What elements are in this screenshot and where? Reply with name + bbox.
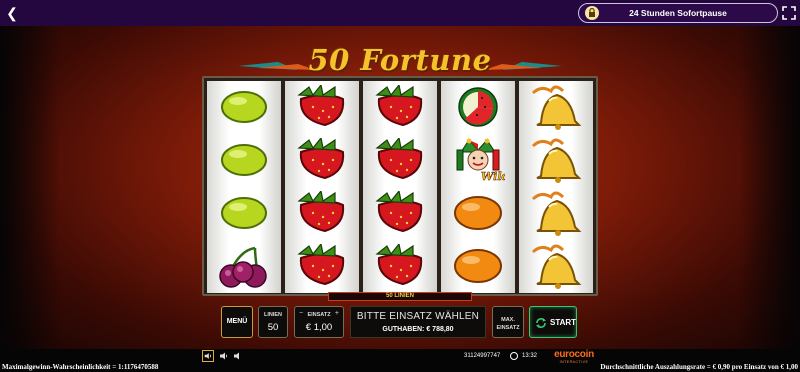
max-bet-label: MAX. EINSATZ bbox=[493, 316, 523, 332]
lines-indicator-label: 50 LINIEN bbox=[385, 293, 414, 299]
clock-time: 13:32 bbox=[522, 353, 538, 359]
instant-pause-label: 24 Stunden Sofortpause bbox=[629, 8, 727, 18]
instant-pause-button[interactable]: 24 Stunden Sofortpause bbox=[578, 3, 778, 23]
lines-indicator: 50 LINIEN bbox=[328, 292, 472, 301]
max-bet-label-line-2: EINSATZ bbox=[496, 325, 520, 331]
lines-label: LINIEN bbox=[263, 312, 283, 318]
bell-symbol bbox=[519, 81, 593, 134]
start-button-label: START bbox=[550, 318, 577, 327]
wild-jester-symbol: Wild bbox=[441, 134, 515, 187]
strawberry-symbol bbox=[363, 240, 437, 293]
reel-1 bbox=[207, 81, 281, 293]
bet-control: − EINSATZ + € 1,00 bbox=[294, 306, 344, 338]
lines-value: 50 bbox=[267, 322, 279, 333]
spin-icon bbox=[536, 318, 546, 328]
reel-5 bbox=[519, 81, 593, 293]
watermelon-symbol bbox=[441, 81, 515, 134]
lemon-symbol bbox=[207, 187, 281, 240]
lemon-symbol bbox=[207, 134, 281, 187]
orange-symbol bbox=[441, 240, 515, 293]
provider-name: eurocoin bbox=[554, 349, 594, 360]
strawberry-symbol bbox=[363, 81, 437, 134]
lemon-symbol bbox=[207, 81, 281, 134]
max-bet-label-line-1: MAX. bbox=[501, 317, 515, 323]
svg-text:Wild: Wild bbox=[481, 170, 505, 183]
provider-logo: eurocoin INTERACTIVE bbox=[554, 349, 594, 364]
sound-low-icon[interactable] bbox=[219, 351, 229, 361]
start-button[interactable]: START bbox=[529, 306, 577, 338]
bell-symbol bbox=[519, 240, 593, 293]
menu-button[interactable]: MENÜ bbox=[221, 306, 253, 338]
game-logo: 50 Fortune Fruits bbox=[308, 43, 492, 117]
reel-3 bbox=[363, 81, 437, 293]
average-payout-rate: Durchschnittliche Auszahlungsrate = € 0,… bbox=[600, 363, 798, 371]
reel-4: Wild bbox=[441, 81, 515, 293]
clock-icon bbox=[510, 352, 518, 360]
max-bet-button[interactable]: MAX. EINSATZ bbox=[492, 306, 524, 338]
reel-2 bbox=[285, 81, 359, 293]
fullscreen-icon[interactable] bbox=[782, 6, 796, 20]
strawberry-symbol bbox=[363, 134, 437, 187]
bet-value: € 1,00 bbox=[305, 322, 333, 333]
bell-symbol bbox=[519, 134, 593, 187]
sound-mute-icon[interactable] bbox=[233, 351, 243, 361]
stage-shadow-left bbox=[0, 26, 60, 362]
strawberry-symbol bbox=[363, 187, 437, 240]
sound-on-icon[interactable] bbox=[202, 350, 214, 362]
provider-subtitle: INTERACTIVE bbox=[559, 360, 589, 364]
balance-text: GUTHABEN: € 788,80 bbox=[382, 326, 454, 333]
orange-symbol bbox=[441, 187, 515, 240]
session-id: 31124997747 bbox=[464, 353, 501, 359]
bet-increase-button[interactable]: + bbox=[335, 310, 339, 317]
max-win-probability: Maximalgewinn-Wahrscheinlichkeit = 1:117… bbox=[2, 363, 159, 371]
top-bar: ❮ 24 Stunden Sofortpause bbox=[0, 0, 800, 26]
menu-button-label: MENÜ bbox=[226, 318, 248, 325]
stage-shadow-right bbox=[740, 26, 800, 362]
reel-frame: Wild bbox=[202, 76, 598, 296]
strawberry-symbol bbox=[285, 134, 359, 187]
strawberry-symbol bbox=[285, 81, 359, 134]
lines-control[interactable]: LINIEN 50 bbox=[258, 306, 288, 338]
message-panel: BITTE EINSATZ WÄHLEN GUTHABEN: € 788,80 bbox=[350, 306, 486, 338]
strawberry-symbol bbox=[285, 187, 359, 240]
message-text: BITTE EINSATZ WÄHLEN bbox=[356, 311, 480, 322]
bell-symbol bbox=[519, 187, 593, 240]
back-icon[interactable]: ❮ bbox=[4, 5, 20, 21]
strawberry-symbol bbox=[285, 240, 359, 293]
cherries-symbol bbox=[207, 240, 281, 293]
